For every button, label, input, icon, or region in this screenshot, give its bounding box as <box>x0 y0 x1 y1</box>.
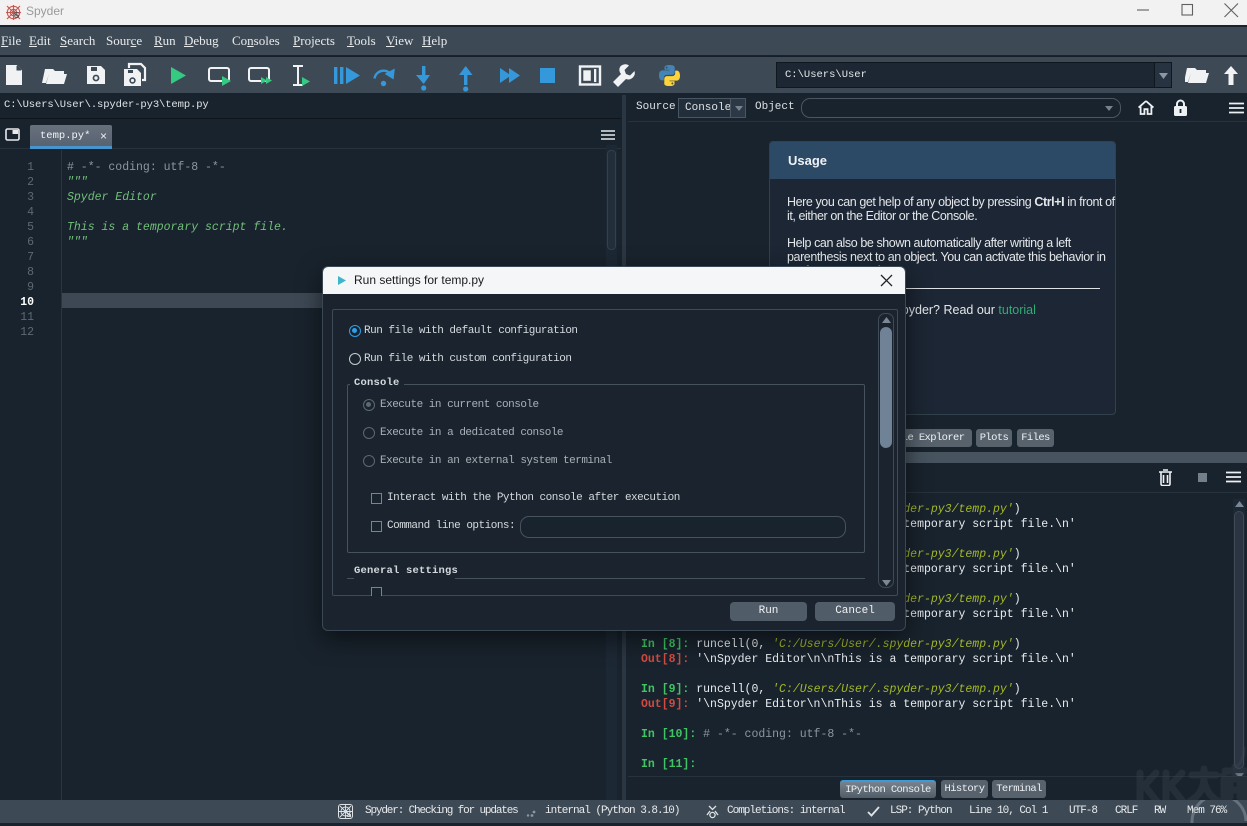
svg-text:S: S <box>346 810 352 819</box>
svg-text:S: S <box>14 10 20 20</box>
